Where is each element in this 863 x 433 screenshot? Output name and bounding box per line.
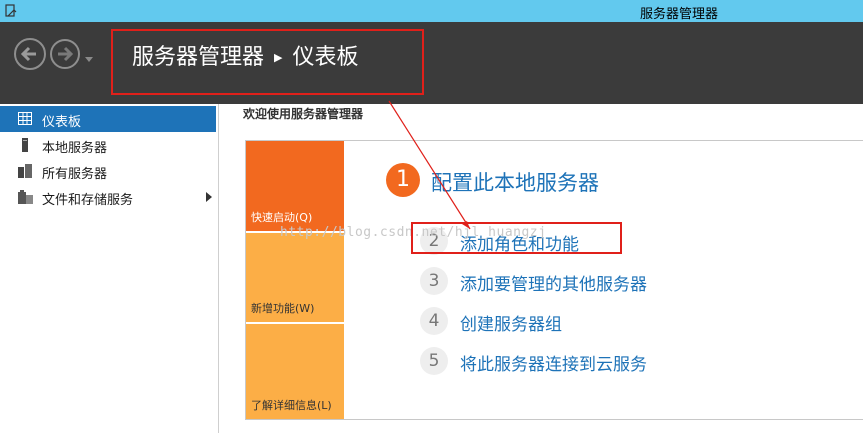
forward-button[interactable] xyxy=(50,39,80,69)
tile-label: 快速启动(Q) xyxy=(251,211,313,224)
step-number-4: 4 xyxy=(420,307,448,335)
title-bar: 服务器管理器 xyxy=(0,0,863,22)
sidebar-item-label: 本地服务器 xyxy=(42,141,108,156)
sidebar: 仪表板 本地服务器 所有服务器 文件和存储服务 xyxy=(0,104,219,433)
sidebar-item-label: 所有服务器 xyxy=(42,167,108,182)
server-icon xyxy=(18,138,32,156)
back-button[interactable] xyxy=(14,38,46,70)
tile-label: 新增功能(W) xyxy=(251,302,315,315)
servers-icon xyxy=(18,164,34,182)
sidebar-item-all-servers[interactable]: 所有服务器 xyxy=(0,158,216,184)
highlight-box-breadcrumb xyxy=(111,29,424,95)
step-number-5: 5 xyxy=(420,347,448,375)
tile-label: 了解详细信息(L) xyxy=(251,399,332,412)
step-number-3: 3 xyxy=(420,267,448,295)
app-icon xyxy=(4,3,18,17)
dashboard-icon xyxy=(18,112,32,129)
window-title: 服务器管理器 xyxy=(640,7,719,22)
step-link-create-server-group[interactable]: 创建服务器组 xyxy=(460,310,562,335)
tile-quick-start[interactable]: 快速启动(Q) xyxy=(246,141,344,231)
sidebar-item-label: 文件和存储服务 xyxy=(42,193,134,208)
step-link-configure-local-server[interactable]: 配置此本地服务器 xyxy=(431,167,599,197)
arrow-left-icon xyxy=(20,46,36,62)
sidebar-item-file-storage[interactable]: 文件和存储服务 xyxy=(0,184,216,210)
sidebar-item-local-server[interactable]: 本地服务器 xyxy=(0,132,216,158)
history-dropdown-button[interactable] xyxy=(84,49,94,68)
tile-learn-more[interactable]: 了解详细信息(L) xyxy=(246,324,344,419)
tile-whats-new[interactable]: 新增功能(W) xyxy=(246,233,344,322)
highlight-box-add-roles xyxy=(411,222,622,254)
chevron-down-icon xyxy=(85,57,93,62)
storage-icon xyxy=(18,190,34,208)
arrow-right-icon xyxy=(58,46,74,62)
step-link-add-other-servers[interactable]: 添加要管理的其他服务器 xyxy=(460,270,647,295)
step-number-1: 1 xyxy=(386,163,420,197)
welcome-heading: 欢迎使用服务器管理器 xyxy=(243,107,364,121)
sidebar-item-dashboard[interactable]: 仪表板 xyxy=(0,106,216,132)
step-link-connect-cloud[interactable]: 将此服务器连接到云服务 xyxy=(460,350,647,375)
main-content: 欢迎使用服务器管理器 快速启动(Q) 新增功能(W) 了解详细信息(L) 1 配… xyxy=(219,104,863,433)
chevron-right-icon[interactable] xyxy=(206,192,212,202)
welcome-panel: 快速启动(Q) 新增功能(W) 了解详细信息(L) 1 配置此本地服务器 2 添… xyxy=(245,140,863,420)
sidebar-item-label: 仪表板 xyxy=(42,115,82,130)
